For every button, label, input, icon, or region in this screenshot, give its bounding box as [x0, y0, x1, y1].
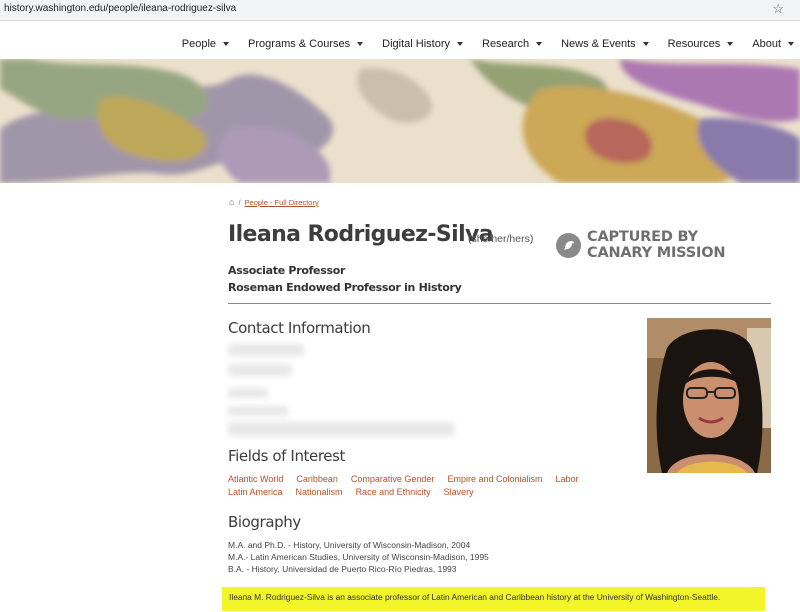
- nav-item-research[interactable]: Research: [482, 38, 543, 50]
- redacted-contact-line: [228, 388, 268, 398]
- canary-bird-icon: [556, 232, 581, 258]
- breadcrumb: ⌂ / People - Full Directory: [229, 197, 319, 207]
- profile-name: Ileana Rodriguez-Silva: [228, 222, 494, 247]
- nav-item-news-events[interactable]: News & Events: [561, 38, 649, 50]
- redacted-contact-line: [228, 344, 304, 356]
- profile-title-primary: Associate Professor: [228, 264, 346, 277]
- breadcrumb-link-people-directory[interactable]: People - Full Directory: [245, 198, 319, 207]
- section-divider: [228, 303, 771, 304]
- browser-url-bar[interactable]: history.washington.edu/people/ileana-rod…: [0, 0, 800, 21]
- profile-photo: [647, 318, 771, 473]
- nav-item-about[interactable]: About: [752, 38, 794, 50]
- fields-list: Atlantic World Caribbean Comparative Gende…: [228, 473, 628, 499]
- field-link[interactable]: Nationalism: [296, 486, 343, 499]
- field-link[interactable]: Slavery: [444, 486, 474, 499]
- header-banner-map: [0, 59, 800, 183]
- profile-pronouns: (she/her/hers): [468, 233, 534, 245]
- nav-item-people[interactable]: People: [182, 38, 230, 50]
- redacted-contact-line: [228, 364, 292, 376]
- field-link[interactable]: Race and Ethnicity: [356, 486, 431, 499]
- caret-down-icon: [223, 42, 230, 46]
- caret-down-icon: [788, 42, 794, 46]
- degree-item: B.A. - History, Universidad de Puerto Ri…: [228, 564, 457, 574]
- nav-item-programs-courses[interactable]: Programs & Courses: [248, 38, 364, 50]
- degree-item: M.A. and Ph.D. - History, University of …: [228, 540, 471, 550]
- canary-mission-watermark: CAPTURED BY CANARY MISSION: [556, 229, 725, 261]
- caret-down-icon: [457, 42, 463, 46]
- nav-item-digital-history[interactable]: Digital History: [382, 38, 463, 50]
- nav-item-resources[interactable]: Resources: [668, 38, 734, 50]
- biography-heading: Biography: [228, 513, 301, 531]
- caret-down-icon: [642, 42, 649, 46]
- fields-heading: Fields of Interest: [228, 447, 346, 465]
- main-nav: People Programs & Courses Digital Histor…: [0, 21, 800, 59]
- biography-degrees: M.A. and Ph.D. - History, University of …: [228, 539, 489, 575]
- field-link[interactable]: Empire and Colonialism: [447, 473, 542, 486]
- bookmark-star-icon[interactable]: ☆: [772, 1, 784, 17]
- field-link[interactable]: Comparative Gender: [351, 473, 435, 486]
- biography-summary-highlighted: Ileana M. Rodriguez-Silva is an associat…: [222, 587, 765, 611]
- caret-down-icon: [727, 42, 734, 46]
- redacted-contact-line: [228, 406, 288, 416]
- caret-down-icon: [536, 42, 543, 46]
- redacted-contact-line: [228, 422, 454, 436]
- map-illustration: [0, 59, 800, 183]
- field-link[interactable]: Latin America: [228, 486, 283, 499]
- watermark-line1: CAPTURED BY: [587, 229, 698, 245]
- watermark-line2: CANARY MISSION: [587, 245, 726, 261]
- caret-down-icon: [357, 42, 364, 46]
- breadcrumb-separator: /: [238, 197, 241, 207]
- field-link[interactable]: Caribbean: [296, 473, 338, 486]
- field-link[interactable]: Atlantic World: [228, 473, 283, 486]
- degree-item: M.A.- Latin American Studies, University…: [228, 552, 489, 562]
- contact-heading: Contact Information: [228, 319, 371, 337]
- home-icon[interactable]: ⌂: [229, 197, 234, 207]
- profile-title-secondary: Roseman Endowed Professor in History: [228, 281, 462, 294]
- url-text[interactable]: history.washington.edu/people/ileana-rod…: [4, 3, 236, 14]
- field-link[interactable]: Labor: [555, 473, 578, 486]
- profile-titles: Associate Professor Roseman Endowed Prof…: [228, 262, 462, 296]
